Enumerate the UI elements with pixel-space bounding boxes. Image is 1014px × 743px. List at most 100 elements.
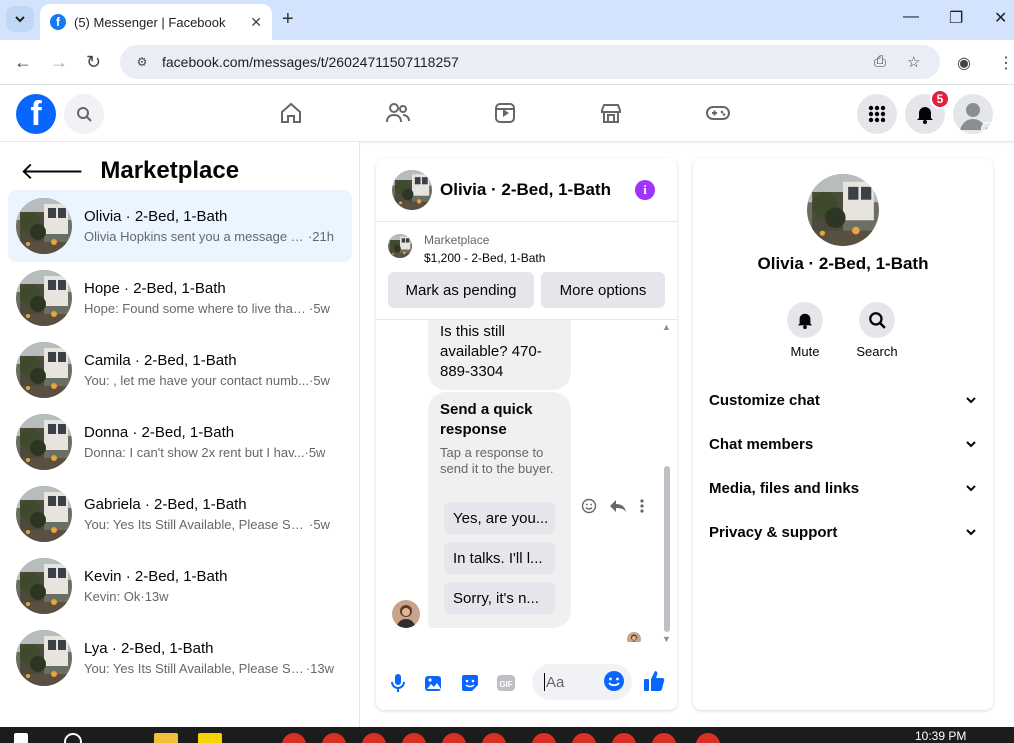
conversation-item[interactable]: Hope · 2-Bed, 1-Bath Hope: Found some wh… (8, 262, 352, 334)
new-tab-icon[interactable]: + (282, 8, 294, 31)
tab-search-button[interactable] (6, 6, 34, 32)
details-name: Olivia · 2-Bed, 1-Bath (757, 254, 929, 273)
restore-icon[interactable]: ❐ (949, 8, 963, 28)
conversation-item[interactable]: Donna · 2-Bed, 1-Bath Donna: I can't sho… (8, 406, 352, 478)
mute-action[interactable]: Mute (775, 302, 835, 359)
url-text: facebook.com/messages/t/2602471150711825… (162, 54, 459, 70)
conversation-item[interactable]: Olivia · 2-Bed, 1-Bath Olivia Hopkins se… (8, 190, 352, 262)
chrome-icon[interactable] (652, 733, 676, 743)
account-avatar[interactable]: ▾ (953, 94, 993, 134)
notification-badge: 5 (930, 89, 950, 109)
conversation-name: Camila · 2-Bed, 1-Bath (84, 352, 237, 369)
chrome-icon[interactable] (322, 733, 346, 743)
listing-thumbnail (16, 558, 72, 614)
back-icon[interactable]: ← (14, 52, 32, 73)
conversation-item[interactable]: Lya · 2-Bed, 1-Bath You: Yes Its Still A… (8, 622, 352, 694)
video-nav-icon[interactable] (491, 99, 519, 127)
message-thread[interactable]: Is this still available? 470-889-3304 Se… (376, 320, 677, 642)
scroll-up-icon[interactable]: ▲ (662, 322, 671, 332)
conversation-time: ·5w (308, 373, 330, 388)
media-files-links-section[interactable]: Media, files and links (709, 468, 977, 508)
listing-price[interactable]: $1,200 - 2-Bed, 1-Bath (424, 251, 545, 265)
close-tab-icon[interactable]: ✕ (250, 14, 262, 31)
quick-reply-button[interactable]: Sorry, it's n... (444, 582, 555, 614)
like-thumb-icon[interactable] (643, 670, 665, 692)
sender-avatar[interactable] (392, 600, 420, 628)
conversation-item[interactable]: Gabriela · 2-Bed, 1-Bath You: Yes Its St… (8, 478, 352, 550)
chat-header[interactable]: Olivia · 2-Bed, 1-Bath (376, 158, 677, 222)
conversation-time: ·13w (305, 661, 334, 676)
info-icon[interactable]: i (635, 180, 655, 200)
site-info-icon[interactable]: ⚙ (132, 52, 152, 72)
profile-icon[interactable]: ◉ (957, 53, 971, 73)
seen-receipt-avatar (627, 632, 641, 642)
panel-header: 🡐 Marketplace (20, 156, 239, 186)
conversation-item[interactable]: Camila · 2-Bed, 1-Bath You: , let me hav… (8, 334, 352, 406)
app-icon[interactable] (198, 733, 222, 743)
scroll-down-icon[interactable]: ▼ (662, 634, 671, 644)
clock-time[interactable]: 10:39 PM (915, 729, 966, 743)
minimize-icon[interactable]: — (903, 8, 919, 26)
emoji-icon[interactable] (603, 670, 625, 692)
details-thumbnail[interactable] (807, 174, 879, 246)
friends-nav-icon[interactable] (384, 99, 412, 127)
bookmark-star-icon[interactable]: ☆ (907, 53, 920, 71)
conversation-item[interactable]: Kevin · 2-Bed, 1-Bath Kevin: Ok ·13w (8, 550, 352, 622)
gif-icon[interactable]: GIF (495, 672, 517, 694)
quick-reply-button[interactable]: In talks. I'll l... (444, 542, 555, 574)
quick-reply-button[interactable]: Yes, are you... (444, 502, 555, 534)
photo-icon[interactable] (423, 672, 445, 694)
scrollbar-thumb[interactable] (664, 466, 670, 632)
install-app-icon[interactable]: ⎙ (874, 53, 886, 70)
conversation-snippet: You: Yes Its Still Available, Please Sen… (84, 517, 309, 532)
home-nav-icon[interactable] (277, 99, 305, 127)
reply-icon[interactable] (609, 498, 627, 514)
more-vertical-icon[interactable] (639, 498, 645, 514)
chrome-icon[interactable] (362, 733, 386, 743)
mark-as-pending-button[interactable]: Mark as pending (388, 272, 534, 308)
chrome-icon[interactable] (482, 733, 506, 743)
facebook-logo-icon[interactable]: f (16, 94, 56, 134)
conversation-snippet: You: Yes Its Still Available, Please Sen… (84, 661, 306, 676)
listing-category[interactable]: Marketplace (424, 233, 489, 247)
chrome-icon[interactable] (282, 733, 306, 743)
back-arrow-icon[interactable]: 🡐 (20, 156, 84, 186)
chat-members-section[interactable]: Chat members (709, 424, 977, 464)
section-label: Media, files and links (709, 479, 860, 497)
listing-banner: Marketplace $1,200 - 2-Bed, 1-Bath Mark … (376, 222, 677, 320)
privacy-support-section[interactable]: Privacy & support (709, 512, 977, 552)
chrome-icon[interactable] (532, 733, 556, 743)
chrome-icon[interactable] (402, 733, 426, 743)
facebook-search-button[interactable] (64, 94, 104, 134)
sticker-icon[interactable] (459, 672, 481, 694)
mute-label: Mute (790, 344, 820, 359)
bell-icon (917, 107, 933, 124)
reload-icon[interactable]: ↻ (86, 52, 101, 73)
gaming-nav-icon[interactable] (704, 99, 732, 127)
listing-thumbnail (16, 342, 72, 398)
taskbar-search-icon[interactable] (64, 733, 82, 743)
omnibox[interactable]: ⚙ facebook.com/messages/t/26024711507118… (120, 45, 940, 79)
message-input-placeholder: Aa (546, 673, 565, 691)
more-options-button[interactable]: More options (541, 272, 665, 308)
browser-menu-icon[interactable]: ⋮ (998, 53, 1014, 73)
chrome-icon[interactable] (696, 733, 720, 743)
customize-chat-section[interactable]: Customize chat (709, 380, 977, 420)
quick-response-title: Send a quick response (440, 401, 533, 438)
menu-grid-button[interactable] (857, 94, 897, 134)
chrome-icon[interactable] (442, 733, 466, 743)
browser-tab[interactable]: f (5) Messenger | Facebook ✕ (40, 4, 272, 40)
forward-icon[interactable]: → (50, 52, 68, 73)
chevron-down-icon (966, 529, 976, 536)
marketplace-nav-icon[interactable] (597, 99, 625, 127)
react-emoji-icon[interactable] (581, 498, 597, 514)
microphone-icon[interactable] (387, 672, 409, 694)
start-icon[interactable] (14, 733, 28, 743)
file-explorer-icon[interactable] (154, 733, 178, 743)
chat-details-panel: Olivia · 2-Bed, 1-Bath Mute Search Custo… (693, 158, 993, 710)
listing-thumbnail (388, 234, 412, 258)
chrome-icon[interactable] (612, 733, 636, 743)
chrome-icon[interactable] (572, 733, 596, 743)
search-action[interactable]: Search (847, 302, 907, 359)
close-window-icon[interactable]: ✕ (994, 8, 1007, 28)
